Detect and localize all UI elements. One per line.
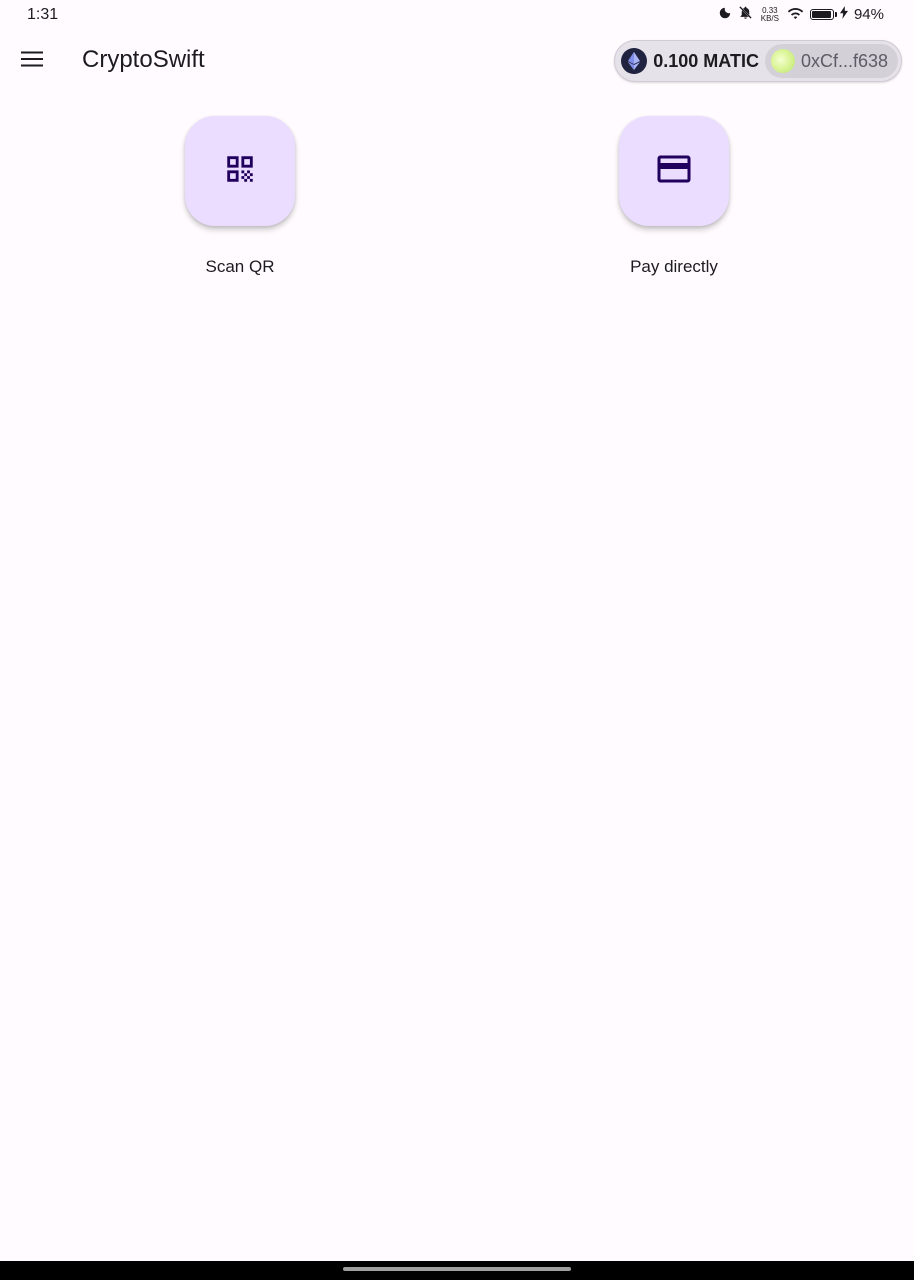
home-gesture-handle[interactable]	[343, 1267, 571, 1271]
pay-directly-button[interactable]	[619, 116, 729, 226]
qr-code-icon	[223, 152, 257, 191]
avatar	[770, 49, 795, 73]
wallet-balance: 0.100 MATIC	[653, 50, 759, 71]
wallet-address: 0xCf...f638	[800, 50, 888, 71]
status-icons: 0.33 KB/S 94%	[718, 5, 884, 24]
ethereum-icon	[621, 48, 648, 74]
network-speed-unit: KB/S	[760, 13, 779, 23]
battery-icon	[809, 9, 837, 20]
menu-button[interactable]	[12, 41, 52, 81]
battery-percent: 94%	[853, 6, 884, 23]
system-navigation-bar	[0, 1261, 914, 1280]
scan-qr-button[interactable]	[185, 116, 295, 226]
pay-directly-label: Pay directly	[630, 257, 718, 276]
bell-off-icon	[738, 5, 753, 24]
moon-icon	[718, 6, 732, 24]
pay-directly-action: Pay directly	[574, 116, 774, 277]
app-title: CryptoSwift	[82, 46, 205, 73]
scan-qr-label: Scan QR	[205, 257, 275, 276]
wallet-pill[interactable]: 0.100 MATIC 0xCf...f638	[614, 40, 902, 82]
credit-card-icon	[656, 154, 692, 189]
scan-qr-action: Scan QR	[140, 116, 340, 277]
battery-level	[811, 11, 831, 18]
charging-icon	[839, 6, 848, 23]
status-time: 1:31	[27, 6, 59, 23]
hamburger-menu-icon	[21, 51, 43, 72]
wifi-icon	[787, 6, 804, 24]
app-bar: CryptoSwift 0.100 MATIC 0xCf...f638	[0, 30, 914, 92]
status-bar: 1:31 0.33 KB/S 94%	[0, 0, 914, 30]
account-address-button[interactable]: 0xCf...f638	[764, 44, 898, 78]
network-speed: 0.33 KB/S	[760, 6, 779, 23]
